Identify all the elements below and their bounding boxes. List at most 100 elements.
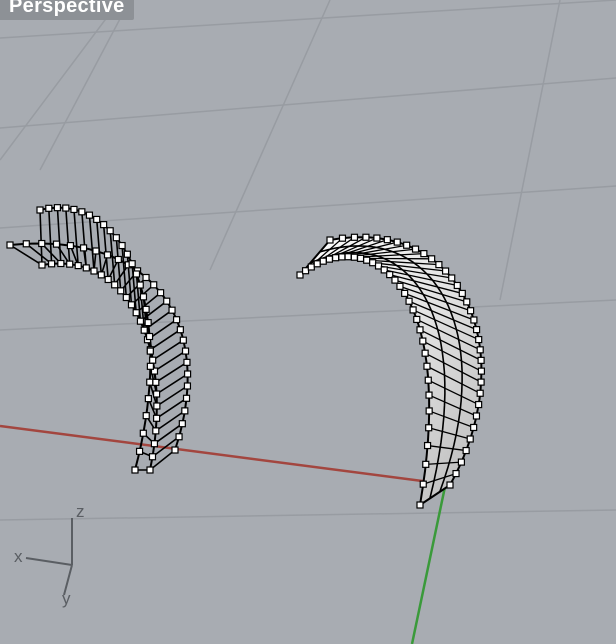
control-point <box>181 347 190 355</box>
control-point <box>36 206 44 214</box>
control-point <box>413 315 421 324</box>
control-point <box>423 362 431 370</box>
control-point <box>425 391 433 399</box>
control-point <box>135 447 144 455</box>
control-point <box>117 287 125 295</box>
control-point <box>476 389 484 397</box>
control-point <box>132 270 141 278</box>
control-point <box>70 205 78 214</box>
control-point <box>425 424 433 432</box>
control-point <box>458 289 466 298</box>
control-point <box>144 318 152 327</box>
control-point <box>152 390 161 398</box>
axis-label-x: x <box>14 547 23 566</box>
right-shaded-surface[interactable] <box>296 233 486 509</box>
control-point <box>100 221 108 229</box>
grid-line <box>0 185 616 229</box>
viewport-scene[interactable]: z x y <box>0 0 616 644</box>
control-point <box>122 293 130 302</box>
control-point <box>183 382 192 390</box>
control-point <box>175 433 183 441</box>
control-point <box>477 378 485 386</box>
control-point <box>57 259 65 268</box>
control-point <box>319 257 327 265</box>
control-point <box>38 261 46 269</box>
control-point <box>171 446 179 454</box>
control-point <box>362 233 370 241</box>
viewport-title[interactable]: Perspective <box>0 0 134 20</box>
control-point <box>419 480 427 488</box>
control-point <box>146 378 154 386</box>
grid-line <box>0 0 121 161</box>
control-point <box>47 260 56 268</box>
grid-line <box>0 299 616 331</box>
control-point <box>326 236 334 244</box>
control-point <box>93 215 101 224</box>
control-point <box>457 458 466 466</box>
control-point <box>178 420 186 428</box>
control-point <box>453 281 461 290</box>
control-point <box>140 326 148 334</box>
control-point <box>142 412 150 420</box>
control-point <box>150 440 159 448</box>
control-point <box>452 469 460 478</box>
control-point <box>420 250 428 258</box>
control-point <box>183 358 191 366</box>
control-point <box>153 402 161 410</box>
control-point <box>85 211 94 219</box>
control-point <box>393 238 401 246</box>
control-point <box>104 275 112 284</box>
control-point <box>139 293 148 301</box>
control-point <box>136 317 145 325</box>
control-point <box>131 466 139 474</box>
control-point <box>313 260 321 268</box>
control-point <box>92 247 100 255</box>
axis-label-z: z <box>76 502 85 521</box>
control-point <box>416 326 424 334</box>
control-point <box>168 306 176 314</box>
control-point <box>106 227 114 235</box>
control-point <box>53 204 62 212</box>
section-curve <box>88 215 97 272</box>
control-point <box>156 289 165 297</box>
control-point <box>301 267 310 275</box>
perspective-viewport[interactable]: z x y Perspective <box>0 0 616 644</box>
control-point <box>475 400 483 409</box>
control-point <box>6 241 14 249</box>
control-point <box>52 240 61 248</box>
control-point <box>148 453 157 461</box>
control-point <box>149 356 157 364</box>
control-point <box>82 264 90 272</box>
control-point <box>363 256 371 264</box>
control-point <box>142 273 150 282</box>
control-point <box>146 466 154 474</box>
control-point <box>139 429 147 437</box>
control-point <box>470 316 478 324</box>
control-point <box>179 336 187 344</box>
control-point <box>383 236 391 244</box>
control-point <box>477 356 485 364</box>
control-point <box>112 234 120 242</box>
control-point <box>428 255 436 263</box>
grid-line <box>209 0 331 271</box>
control-point <box>419 337 427 345</box>
control-point <box>409 306 417 314</box>
control-point <box>467 307 475 315</box>
control-point <box>172 316 181 324</box>
control-point <box>146 362 154 370</box>
control-point <box>350 253 358 261</box>
section-curve <box>9 209 43 267</box>
control-point <box>344 253 352 261</box>
control-point <box>90 267 98 275</box>
control-point <box>103 251 112 259</box>
control-point <box>145 332 154 341</box>
section-curve <box>25 208 53 266</box>
control-point <box>373 234 381 242</box>
control-point <box>477 367 486 375</box>
left-surface-control-points[interactable] <box>6 204 192 474</box>
control-point <box>472 326 481 334</box>
control-point <box>176 326 184 334</box>
control-point <box>446 481 454 489</box>
control-point <box>144 395 152 403</box>
control-point <box>62 204 70 212</box>
